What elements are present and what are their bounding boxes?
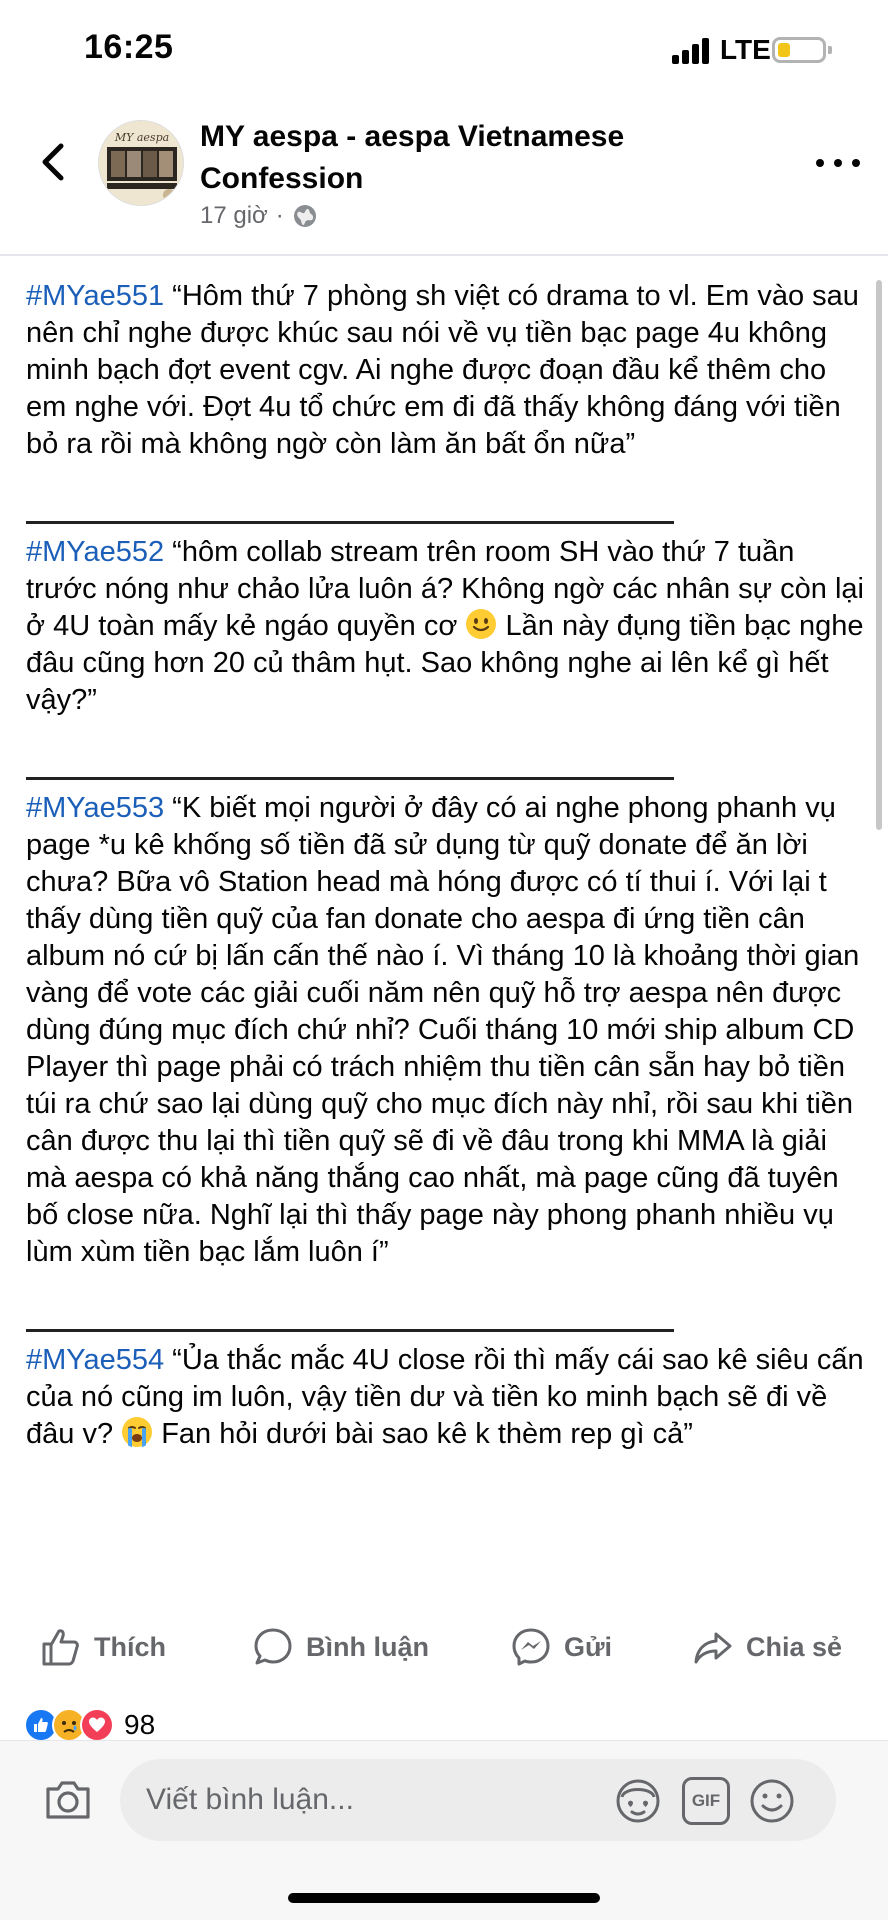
send-button[interactable]: Gửi xyxy=(510,1626,612,1668)
divider xyxy=(26,1329,674,1332)
like-button[interactable]: Thích xyxy=(40,1626,166,1668)
post-body: #MYae551 “Hôm thứ 7 phòng sh việt có dra… xyxy=(26,278,866,1453)
thumbs-up-icon xyxy=(42,1629,79,1666)
more-dot-icon xyxy=(816,159,824,167)
group-avatar[interactable]: MY aespa xyxy=(98,120,184,206)
share-button[interactable]: Chia sẻ xyxy=(692,1626,842,1668)
more-options-button[interactable] xyxy=(816,148,860,178)
comment-input[interactable]: Viết bình luận... GIF xyxy=(120,1759,836,1841)
home-indicator[interactable] xyxy=(288,1893,600,1903)
comment-button[interactable]: Bình luận xyxy=(252,1626,429,1668)
meta-separator: · xyxy=(275,202,284,229)
more-dot-icon xyxy=(834,159,842,167)
loudly-crying-face-emoji xyxy=(122,1417,153,1448)
messenger-icon xyxy=(512,1628,550,1666)
avatar-sticker-icon[interactable] xyxy=(614,1777,662,1825)
globe-icon xyxy=(293,205,316,227)
confession-text: “K biết mọi người ở đây có ai nghe phong… xyxy=(26,792,860,1268)
share-label: Chia sẻ xyxy=(746,1631,843,1662)
comment-placeholder: Viết bình luận... xyxy=(146,1783,354,1816)
camera-icon xyxy=(46,1781,90,1819)
post-meta: 17 giờ · xyxy=(200,202,318,230)
comment-composer: Viết bình luận... GIF xyxy=(0,1740,888,1920)
chevron-left-icon xyxy=(42,143,64,181)
comment-label: Bình luận xyxy=(306,1631,429,1662)
slightly-smiling-face-emoji xyxy=(466,609,497,639)
confession-entry: #MYae551 “Hôm thứ 7 phòng sh việt có dra… xyxy=(26,278,866,463)
cellular-signal-icon xyxy=(672,36,712,64)
love-reaction-icon xyxy=(80,1708,114,1742)
svg-text:MY aespa: MY aespa xyxy=(114,131,169,144)
scrollbar[interactable] xyxy=(876,280,882,830)
share-arrow-icon xyxy=(694,1632,732,1664)
divider xyxy=(26,521,674,524)
status-time: 16:25 xyxy=(84,28,174,66)
comment-bubble-icon xyxy=(254,1628,292,1665)
like-label: Thích xyxy=(94,1631,166,1662)
hashtag-link[interactable]: #MYae551 xyxy=(26,280,164,312)
emoji-icon[interactable] xyxy=(748,1777,796,1825)
confession-entry: #MYae553 “K biết mọi người ở đây có ai n… xyxy=(26,790,866,1271)
hashtag-link[interactable]: #MYae552 xyxy=(26,536,164,568)
hashtag-link[interactable]: #MYae554 xyxy=(26,1344,164,1376)
post-header: MY aespa MY aespa - aespa Vietnamese Con… xyxy=(0,100,888,256)
send-label: Gửi xyxy=(564,1631,613,1662)
reaction-count: 98 xyxy=(124,1709,156,1740)
group-logo-image: MY aespa xyxy=(99,121,183,205)
camera-button[interactable] xyxy=(42,1773,94,1825)
confession-entry: #MYae552 “hôm collab stream trên room SH… xyxy=(26,534,866,719)
back-button[interactable] xyxy=(30,140,74,184)
post-actions: Thích Bình luận Gửi Chia sẻ xyxy=(0,1620,888,1680)
network-type: LTE xyxy=(720,34,771,65)
confession-text: Fan hỏi dưới bài sao kê k thèm rep gì cả… xyxy=(153,1418,693,1450)
confession-entry: #MYae554 “Ủa thắc mắc 4U close rồi thì m… xyxy=(26,1342,866,1453)
divider xyxy=(26,777,674,780)
more-dot-icon xyxy=(852,159,860,167)
gif-button[interactable]: GIF xyxy=(682,1777,730,1825)
reaction-summary[interactable]: 98 xyxy=(24,1708,155,1742)
status-bar: 16:25 LTE xyxy=(0,0,888,100)
group-name[interactable]: MY aespa - aespa Vietnamese Confession xyxy=(200,116,720,200)
hashtag-link[interactable]: #MYae553 xyxy=(26,792,164,824)
battery-icon xyxy=(772,37,832,63)
post-time[interactable]: 17 giờ xyxy=(200,202,268,230)
